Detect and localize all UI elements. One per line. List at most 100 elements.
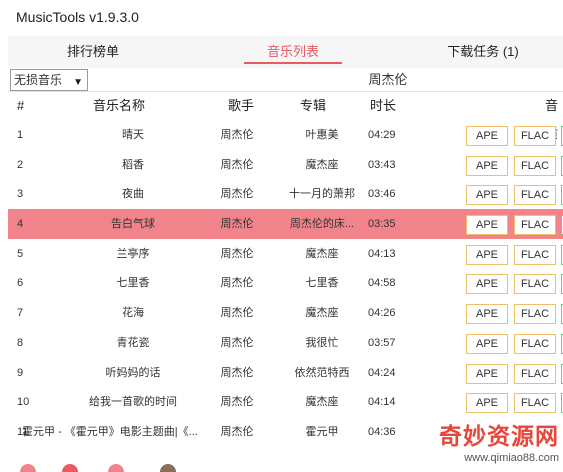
row-index: 5 [17, 247, 24, 260]
row-duration: 04:29 [368, 129, 396, 141]
row-name: 稻香 [122, 158, 144, 171]
row-album: 我很忙 [305, 336, 339, 349]
row-album: 七里香 [305, 277, 339, 290]
ape-download-button[interactable]: APE [466, 393, 508, 414]
ape-download-button[interactable]: APE [466, 126, 508, 146]
col-duration: 时长 [370, 98, 397, 113]
quality-select[interactable]: 无损音乐 ▼ [10, 69, 88, 91]
ape-download-button[interactable]: APE [466, 274, 508, 295]
table-row[interactable]: 9 听妈妈的话 周杰伦 依然范特西 04:24 APE FLAC [8, 358, 563, 388]
quality-select-value: 无损音乐 [14, 73, 63, 87]
row-album: 魔杰座 [305, 396, 339, 409]
table-row[interactable]: 5 兰亭序 周杰伦 魔杰座 04:13 APE FLAC [8, 239, 563, 269]
row-name: 给我一首歌的时间 [89, 396, 177, 409]
row-album: 周杰伦的床... [289, 218, 355, 231]
flac-download-button[interactable]: FLAC [514, 244, 556, 265]
table-row[interactable]: 7 花海 周杰伦 魔杰座 04:26 APE FLAC [8, 298, 563, 328]
row-album: 魔杰座 [305, 307, 339, 320]
row-artist: 周杰伦 [220, 158, 254, 171]
row-index: 1 [17, 129, 24, 141]
row-artist: 周杰伦 [220, 277, 254, 290]
flac-download-button[interactable]: FLAC [514, 126, 556, 146]
row-duration: 04:13 [368, 247, 396, 260]
row-album: 叶惠美 [305, 129, 339, 141]
row-name: 夜曲 [122, 188, 144, 201]
row-duration: 04:36 [368, 425, 396, 438]
ape-download-button[interactable]: APE [466, 155, 508, 176]
ape-download-button[interactable]: APE [466, 363, 508, 384]
row-album: 魔杰座 [305, 247, 339, 260]
row-artist: 周杰伦 [220, 336, 254, 349]
row-name: 青花瓷 [116, 336, 150, 349]
row-index: 6 [17, 277, 24, 290]
active-tab-indicator [244, 62, 342, 64]
row-album: 霍元甲 [305, 425, 339, 438]
row-duration: 04:14 [368, 396, 396, 409]
row-name: 晴天 [122, 129, 144, 141]
table-row[interactable]: 10 给我一首歌的时间 周杰伦 魔杰座 04:14 APE FLAC [8, 387, 563, 417]
row-index: 7 [17, 307, 24, 320]
row-artist: 周杰伦 [220, 247, 254, 260]
row-album: 依然范特西 [294, 366, 350, 379]
control-dot[interactable] [20, 464, 36, 472]
album-thumb[interactable] [160, 464, 176, 472]
ape-download-button[interactable]: APE [466, 185, 508, 206]
row-artist: 周杰伦 [220, 396, 254, 409]
watermark-url: www.qimiao88.com [418, 450, 563, 466]
row-artist: 周杰伦 [220, 129, 254, 141]
col-index: # [17, 98, 25, 113]
row-name: 七里香 [116, 277, 150, 290]
row-name: 霍元甲 - 《霍元甲》电影主题曲|《... [22, 425, 198, 438]
row-artist: 周杰伦 [220, 307, 254, 320]
ape-download-button[interactable]: APE [466, 215, 508, 236]
flac-download-button[interactable]: FLAC [514, 274, 556, 295]
row-index: 10 [17, 396, 30, 409]
tab-charts-label: 排行榜单 [66, 44, 119, 59]
row-artist: 周杰伦 [220, 218, 254, 231]
tab-charts[interactable]: 排行榜单 [38, 36, 148, 68]
title-bar: MusicTools v1.9.3.0 [0, 0, 563, 36]
row-name: 花海 [122, 307, 144, 320]
app-title: MusicTools v1.9.3.0 [16, 9, 139, 25]
table-header: # 音乐名称 歌手 专辑 时长 音质 [8, 92, 563, 141]
flac-download-button[interactable]: FLAC [514, 333, 556, 354]
row-index: 2 [17, 158, 24, 171]
tab-music-list[interactable]: 音乐列表 [238, 36, 348, 68]
row-duration: 03:46 [368, 188, 396, 201]
row-name: 兰亭序 [116, 247, 150, 260]
row-album: 十一月的萧邦 [289, 188, 355, 201]
watermark: 奇妙资源网 www.qimiao88.com [418, 422, 563, 472]
col-artist: 歌手 [228, 98, 255, 113]
row-artist: 周杰伦 [220, 425, 254, 438]
flac-download-button[interactable]: FLAC [514, 393, 556, 414]
row-duration: 04:24 [368, 366, 396, 379]
row-name: 告白气球 [111, 218, 155, 231]
table-row[interactable]: 8 青花瓷 周杰伦 我很忙 03:57 APE FLAC [8, 328, 563, 358]
filter-bar: 无损音乐 ▼ 周杰伦 [8, 68, 563, 92]
flac-download-button[interactable]: FLAC [514, 155, 556, 176]
tab-downloads[interactable]: 下载任务 (1) [418, 36, 548, 68]
flac-download-button[interactable]: FLAC [514, 185, 556, 206]
row-album: 魔杰座 [305, 158, 339, 171]
table-row-selected[interactable]: 4 告白气球 周杰伦 周杰伦的床... 03:35 APE FLAC [8, 209, 563, 239]
row-duration: 04:26 [368, 307, 396, 320]
table-row[interactable]: 2 稻香 周杰伦 魔杰座 03:43 APE FLAC [8, 150, 563, 180]
row-duration: 03:57 [368, 336, 396, 349]
ape-download-button[interactable]: APE [466, 244, 508, 265]
ape-download-button[interactable]: APE [466, 304, 508, 325]
table-row[interactable]: 1 晴天 周杰伦 叶惠美 04:29 APE FLAC [8, 120, 563, 150]
tab-downloads-label: 下载任务 (1) [447, 44, 519, 59]
flac-download-button[interactable]: FLAC [514, 304, 556, 325]
table-row[interactable]: 6 七里香 周杰伦 七里香 04:58 APE FLAC [8, 268, 563, 298]
song-list: 1 晴天 周杰伦 叶惠美 04:29 APE FLAC 2 稻香 周杰伦 魔杰座… [8, 120, 563, 447]
current-artist: 周杰伦 [368, 72, 408, 87]
row-artist: 周杰伦 [220, 188, 254, 201]
table-row[interactable]: 3 夜曲 周杰伦 十一月的萧邦 03:46 APE FLAC [8, 179, 563, 209]
flac-download-button[interactable]: FLAC [514, 215, 556, 236]
row-artist: 周杰伦 [220, 366, 254, 379]
control-dot[interactable] [108, 464, 124, 472]
control-dot[interactable] [62, 464, 78, 472]
flac-download-button[interactable]: FLAC [514, 363, 556, 384]
ape-download-button[interactable]: APE [466, 333, 508, 354]
row-index: 9 [17, 366, 24, 379]
